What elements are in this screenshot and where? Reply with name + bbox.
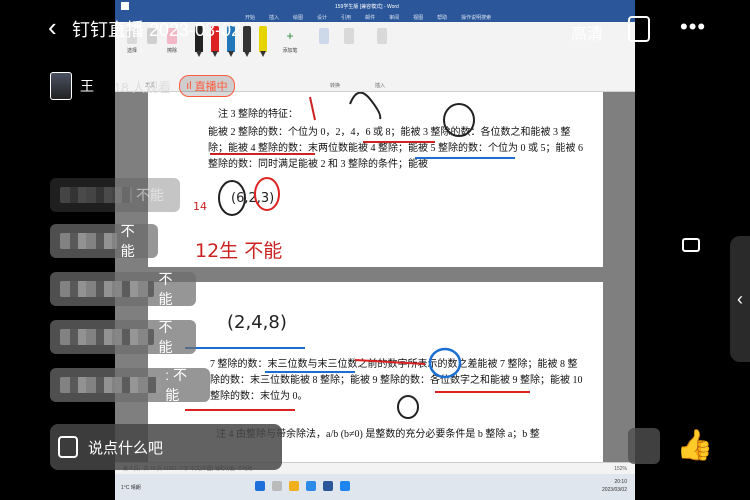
screen-rotate-icon[interactable]: [628, 16, 650, 42]
quality-button[interactable]: 高清: [571, 20, 603, 44]
math-icon: [344, 28, 354, 44]
weather-widget[interactable]: 1°C 晴朗: [121, 484, 161, 491]
mic-link-button[interactable]: [628, 428, 660, 464]
dingtalk-icon[interactable]: [340, 481, 350, 491]
word-icon[interactable]: [323, 481, 333, 491]
chat-message: 不能: [50, 178, 180, 212]
start-icon[interactable]: [255, 481, 265, 491]
unlock-icon[interactable]: [682, 238, 700, 252]
chevron-left-icon: ‹: [737, 288, 743, 309]
chat-message: : 不能: [50, 367, 210, 403]
word-tab[interactable]: 视图: [413, 14, 423, 21]
divisibility-paragraph-2: 7 整除的数：末三位数与末三位数之前的数字所表示的数之差能被 7 整除；能被 8…: [210, 359, 583, 402]
pen-dark[interactable]: [243, 26, 251, 57]
word-tab[interactable]: 引用: [341, 14, 351, 21]
insert-canvas-button[interactable]: [373, 28, 391, 47]
word-title-bar: 159学生版 [兼容模式] - Word: [115, 0, 635, 12]
add-pen-button[interactable]: + 添加笔: [281, 28, 299, 54]
comment-input[interactable]: 说点什么吧: [50, 424, 282, 470]
word-document-title: 159学生版 [兼容模式] - Word: [335, 4, 399, 10]
ribbon-group-insert: 插入: [375, 83, 386, 89]
live-wave-icon: ıl: [186, 80, 192, 92]
explorer-icon[interactable]: [289, 481, 299, 491]
search-icon[interactable]: [272, 481, 282, 491]
word-tab[interactable]: 邮件: [365, 14, 375, 21]
chat-message: 不能: [50, 271, 196, 307]
word-tab[interactable]: 帮助: [437, 14, 447, 21]
live-title-text: 钉钉直播 2023-03-02: [72, 20, 242, 40]
taskbar-icons: [255, 481, 350, 491]
host-name: 王: [80, 78, 94, 94]
back-chevron-icon[interactable]: ‹: [48, 12, 57, 43]
plus-icon: +: [286, 29, 294, 43]
live-status-badge: ıl 直播中: [179, 75, 235, 97]
comment-placeholder: 说点什么吧: [88, 439, 164, 457]
highlighter-yellow[interactable]: [259, 26, 267, 57]
word-tab[interactable]: 设计: [317, 14, 327, 21]
taskbar-clock[interactable]: 20:10 2023/03/02: [602, 478, 627, 494]
viewer-count: 18 人观看: [114, 79, 172, 95]
thumbs-up-icon[interactable]: 👍: [676, 428, 713, 463]
more-options-icon[interactable]: •••: [680, 14, 706, 40]
word-logo-icon: [121, 2, 129, 10]
message-icon[interactable]: [58, 436, 78, 458]
word-tab[interactable]: 操作说明搜索: [461, 14, 491, 21]
edge-icon[interactable]: [306, 481, 316, 491]
windows-taskbar: 1°C 晴朗 20:10 2023/03/02: [115, 474, 635, 500]
canvas-icon: [377, 28, 387, 44]
shape-icon: [319, 28, 329, 44]
live-title: 钉钉直播 2023-03-02: [72, 16, 241, 42]
host-info: 王 18 人观看 ıl 直播中: [50, 72, 235, 100]
word-tab[interactable]: 开始: [245, 14, 255, 21]
ink-to-shape-button[interactable]: [315, 28, 333, 47]
zoom-level[interactable]: 152%: [614, 466, 627, 472]
word-tab[interactable]: 插入: [269, 14, 279, 21]
chat-message: 不能: [50, 223, 158, 259]
word-tab[interactable]: 审阅: [389, 14, 399, 21]
note3-heading: 注 3 整除的特征：: [218, 109, 298, 120]
divisibility-paragraph: 能被 2 整除的数：个位为 0，2，4，6 或 8；能被 3 整除的数：各位数之…: [208, 127, 583, 170]
ribbon-group-convert: 转换: [330, 83, 341, 89]
document-page[interactable]: 注 3 整除的特征： 能被 2 整除的数：个位为 0，2，4，6 或 8；能被 …: [148, 92, 603, 267]
avatar: [50, 72, 72, 100]
ink-to-math-button[interactable]: [340, 28, 358, 47]
chat-message: 不能: [50, 319, 196, 355]
word-tab[interactable]: 绘图: [293, 14, 303, 21]
side-drawer-handle[interactable]: ‹: [730, 236, 750, 362]
